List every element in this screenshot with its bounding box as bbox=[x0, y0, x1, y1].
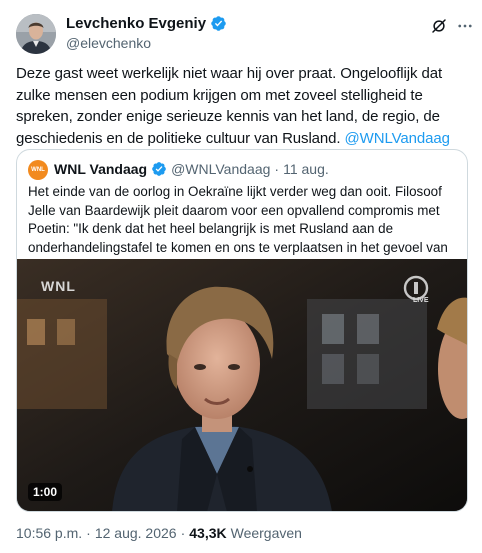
mention-link[interactable]: @WNLVandaag bbox=[345, 130, 450, 147]
tweet-date[interactable]: 12 aug. 2026 bbox=[95, 525, 177, 541]
author-display-name[interactable]: Levchenko Evgeniy bbox=[66, 15, 206, 32]
quoted-tweet[interactable]: WNL WNL Vandaag @WNLVandaag · 11 aug. He… bbox=[16, 149, 468, 512]
views-count: 43,3K bbox=[189, 525, 227, 541]
quote-header: WNL Vandaag @WNLVandaag · 11 aug. bbox=[54, 161, 329, 177]
tweet[interactable]: Levchenko Evgeniy @elevchenko Deze gast … bbox=[0, 0, 482, 553]
quote-avatar[interactable]: WNL bbox=[28, 160, 48, 180]
author-avatar[interactable] bbox=[16, 14, 56, 54]
verified-badge-icon bbox=[151, 161, 167, 177]
video-player[interactable]: WNL LIVE 1:00 bbox=[17, 259, 467, 511]
author-name-row: Levchenko Evgeniy bbox=[66, 15, 227, 32]
quote-display-name[interactable]: WNL Vandaag bbox=[54, 161, 147, 177]
author-handle[interactable]: @elevchenko bbox=[66, 35, 151, 51]
quote-separator: · bbox=[274, 161, 280, 177]
meta-separator: · bbox=[180, 525, 186, 541]
verified-badge-icon bbox=[210, 15, 227, 32]
tweet-text: Deze gast weet werkelijk niet waar hij o… bbox=[16, 63, 468, 149]
more-options-icon[interactable] bbox=[456, 17, 474, 35]
quote-handle[interactable]: @WNLVandaag bbox=[171, 161, 270, 177]
grok-icon[interactable] bbox=[430, 17, 448, 35]
tweet-time[interactable]: 10:56 p.m. bbox=[16, 525, 82, 541]
wnl-watermark: WNL bbox=[41, 278, 76, 294]
video-duration: 1:00 bbox=[28, 483, 63, 501]
meta-separator: · bbox=[86, 525, 91, 541]
live-label: LIVE bbox=[413, 297, 429, 304]
tweet-meta: 10:56 p.m. · 12 aug. 2026 · 43,3K Weerga… bbox=[16, 525, 302, 541]
quote-date[interactable]: 11 aug. bbox=[283, 161, 329, 177]
quote-avatar-label: WNL bbox=[31, 167, 45, 173]
quote-text: Het einde van de oorlog in Oekraïne lijk… bbox=[28, 184, 448, 255]
views-label: Weergaven bbox=[230, 525, 302, 541]
